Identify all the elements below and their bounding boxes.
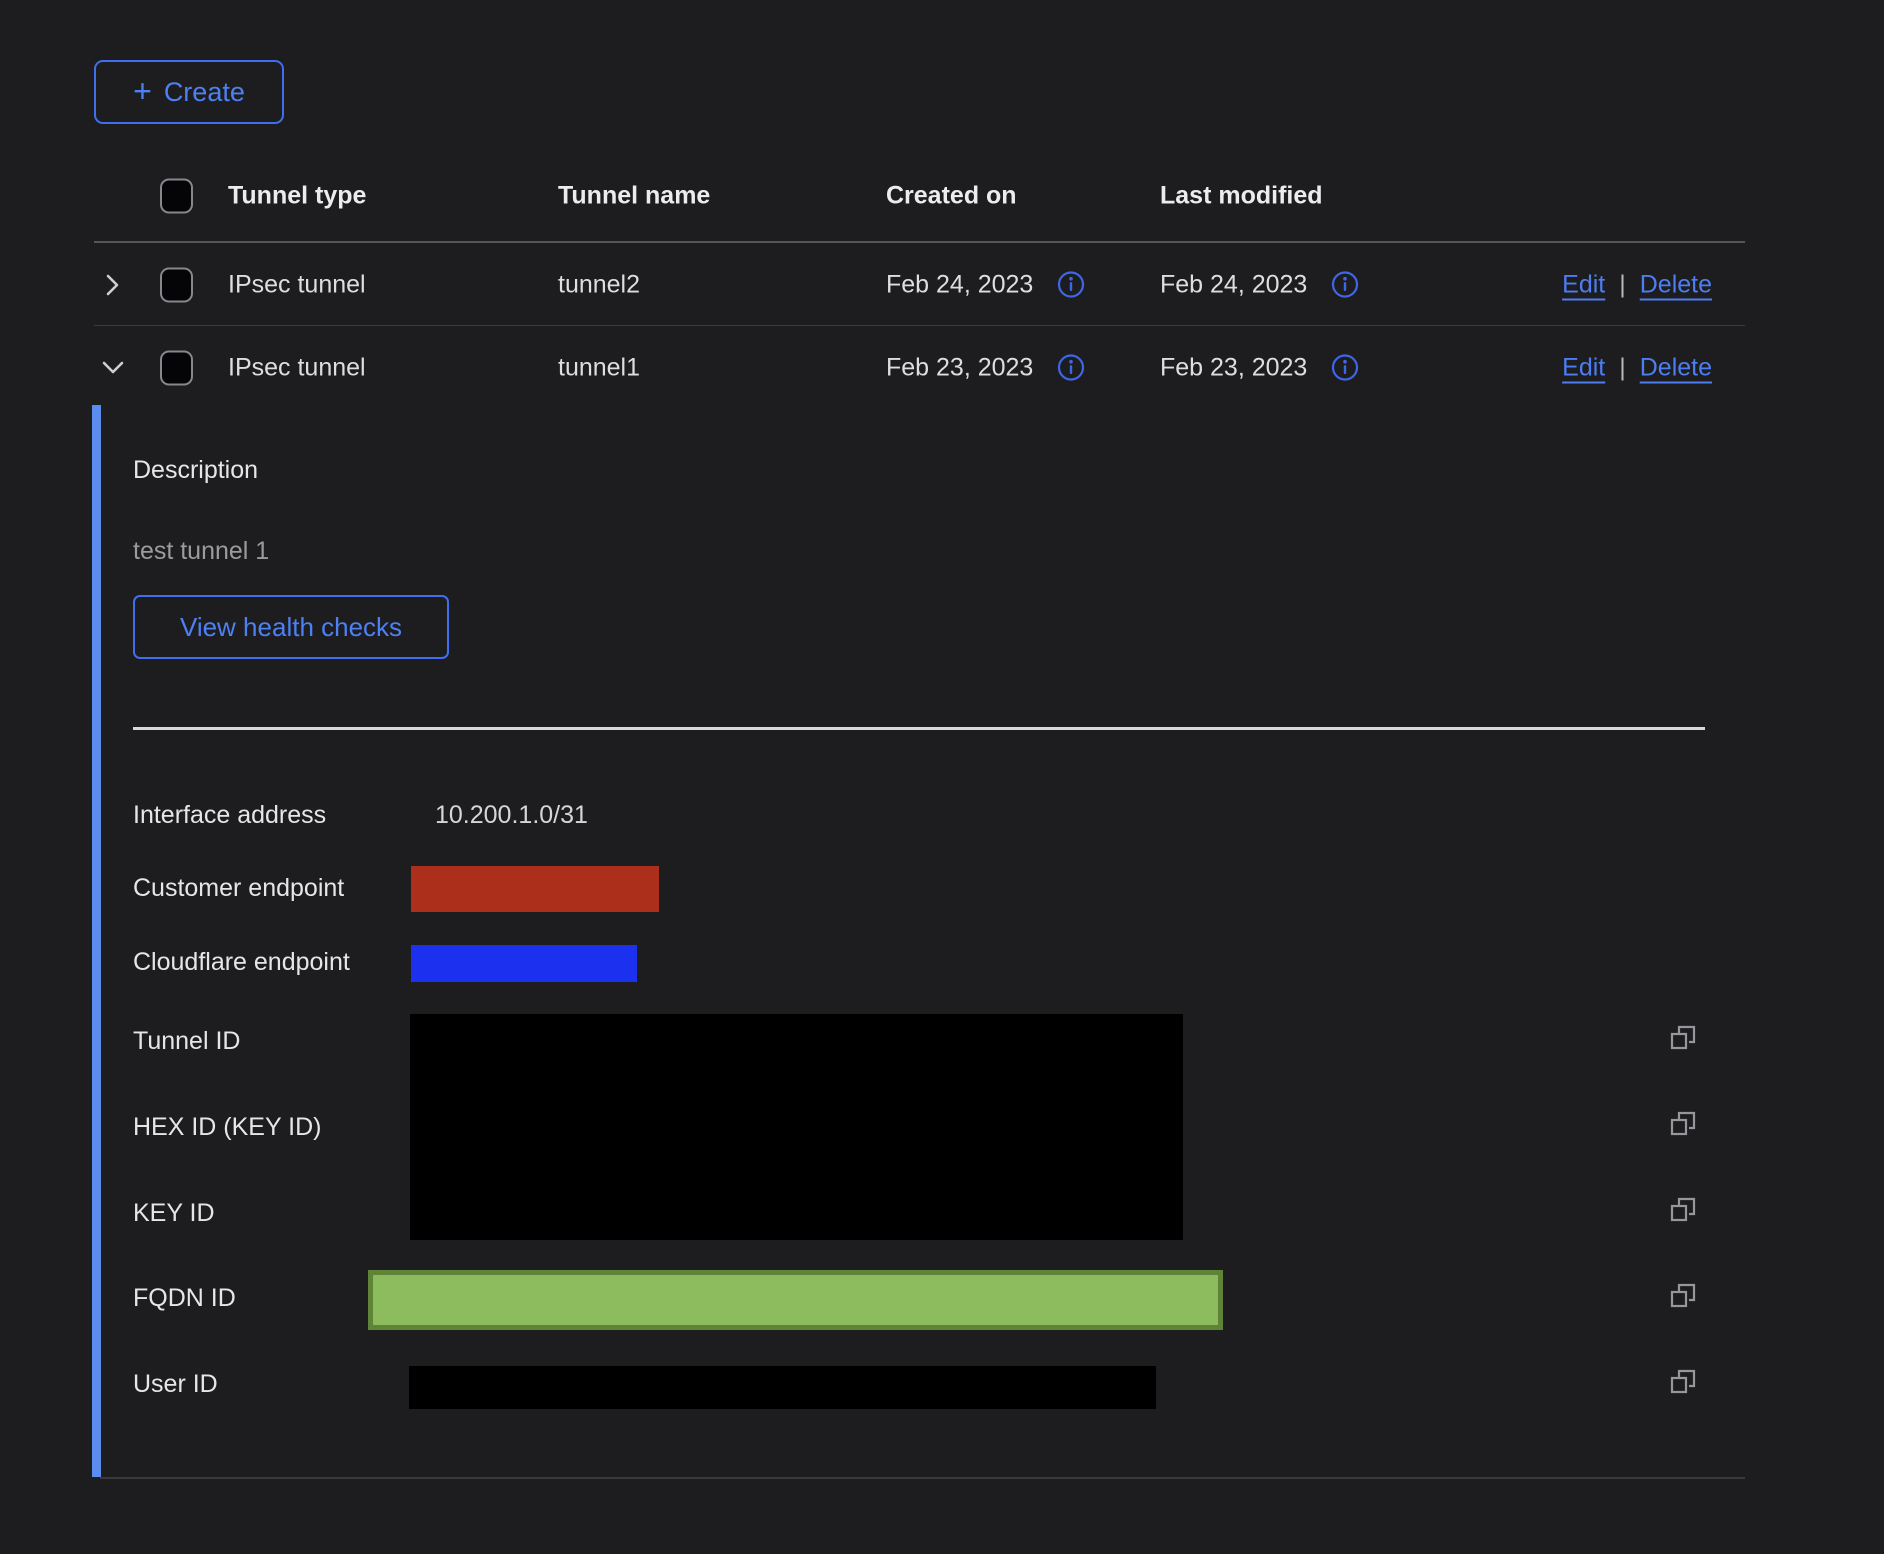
ids-redacted-block [410,1014,1183,1240]
tunnel-type-cell: IPsec tunnel [228,353,366,382]
created-on-cell: Feb 24, 2023 [886,270,1033,299]
info-icon[interactable] [1331,271,1359,299]
hex-id-label: HEX ID (KEY ID) [133,1111,321,1143]
tunnel-id-label: Tunnel ID [133,1025,240,1057]
row-checkbox[interactable] [160,267,193,302]
description-value: test tunnel 1 [133,535,269,567]
tunnel-type-cell: IPsec tunnel [228,270,366,299]
table-row: IPsec tunnel tunnel1 Feb 23, 2023 Feb 23… [94,326,1745,409]
column-header-tunnel-name: Tunnel name [558,182,710,211]
action-separator: | [1619,353,1626,382]
column-header-last-modified: Last modified [1160,182,1323,211]
copy-icon[interactable] [1668,1023,1700,1055]
copy-icon[interactable] [1668,1109,1700,1141]
expand-row-button[interactable] [98,270,128,300]
key-id-label: KEY ID [133,1197,215,1229]
delete-link[interactable]: Delete [1640,270,1712,299]
delete-link[interactable]: Delete [1640,353,1712,382]
collapse-row-button[interactable] [98,353,128,383]
row-checkbox[interactable] [160,350,193,385]
edit-link[interactable]: Edit [1562,353,1605,382]
fqdn-id-redacted-value [368,1270,1223,1330]
copy-icon[interactable] [1668,1281,1700,1313]
table-bottom-divider [100,1477,1745,1479]
select-all-checkbox[interactable] [160,179,193,214]
last-modified-cell: Feb 24, 2023 [1160,270,1307,299]
table-row: IPsec tunnel tunnel2 Feb 24, 2023 Feb 24… [94,243,1745,326]
create-button-label: Create [164,77,245,108]
create-button[interactable]: + Create [94,60,284,124]
info-icon[interactable] [1331,354,1359,382]
expanded-row-indicator-bar [92,405,101,1477]
column-header-tunnel-type: Tunnel type [228,182,366,211]
cloudflare-endpoint-redacted-value [411,945,637,982]
user-id-label: User ID [133,1368,218,1400]
created-on-cell: Feb 23, 2023 [886,353,1033,382]
info-icon[interactable] [1057,354,1085,382]
view-health-checks-button[interactable]: View health checks [133,595,449,659]
section-divider [133,727,1705,730]
description-label: Description [133,454,258,486]
customer-endpoint-label: Customer endpoint [133,872,344,904]
tunnel-name-cell: tunnel1 [558,353,640,382]
fqdn-id-label: FQDN ID [133,1282,236,1314]
interface-address-label: Interface address [133,799,326,831]
tunnel-name-cell: tunnel2 [558,270,640,299]
chevron-right-icon [98,270,128,300]
column-header-created-on: Created on [886,182,1017,211]
chevron-down-icon [98,353,128,383]
customer-endpoint-redacted-value [411,866,659,912]
expanded-row-panel: Description test tunnel 1 View health ch… [92,409,1792,1477]
interface-address-value: 10.200.1.0/31 [435,799,588,831]
user-id-redacted-value [409,1366,1156,1409]
plus-icon: + [133,75,152,107]
copy-icon[interactable] [1668,1367,1700,1399]
action-separator: | [1619,270,1626,299]
cloudflare-endpoint-label: Cloudflare endpoint [133,946,350,978]
edit-link[interactable]: Edit [1562,270,1605,299]
last-modified-cell: Feb 23, 2023 [1160,353,1307,382]
info-icon[interactable] [1057,271,1085,299]
table-header-row: Tunnel type Tunnel name Created on Last … [94,150,1745,242]
copy-icon[interactable] [1668,1195,1700,1227]
